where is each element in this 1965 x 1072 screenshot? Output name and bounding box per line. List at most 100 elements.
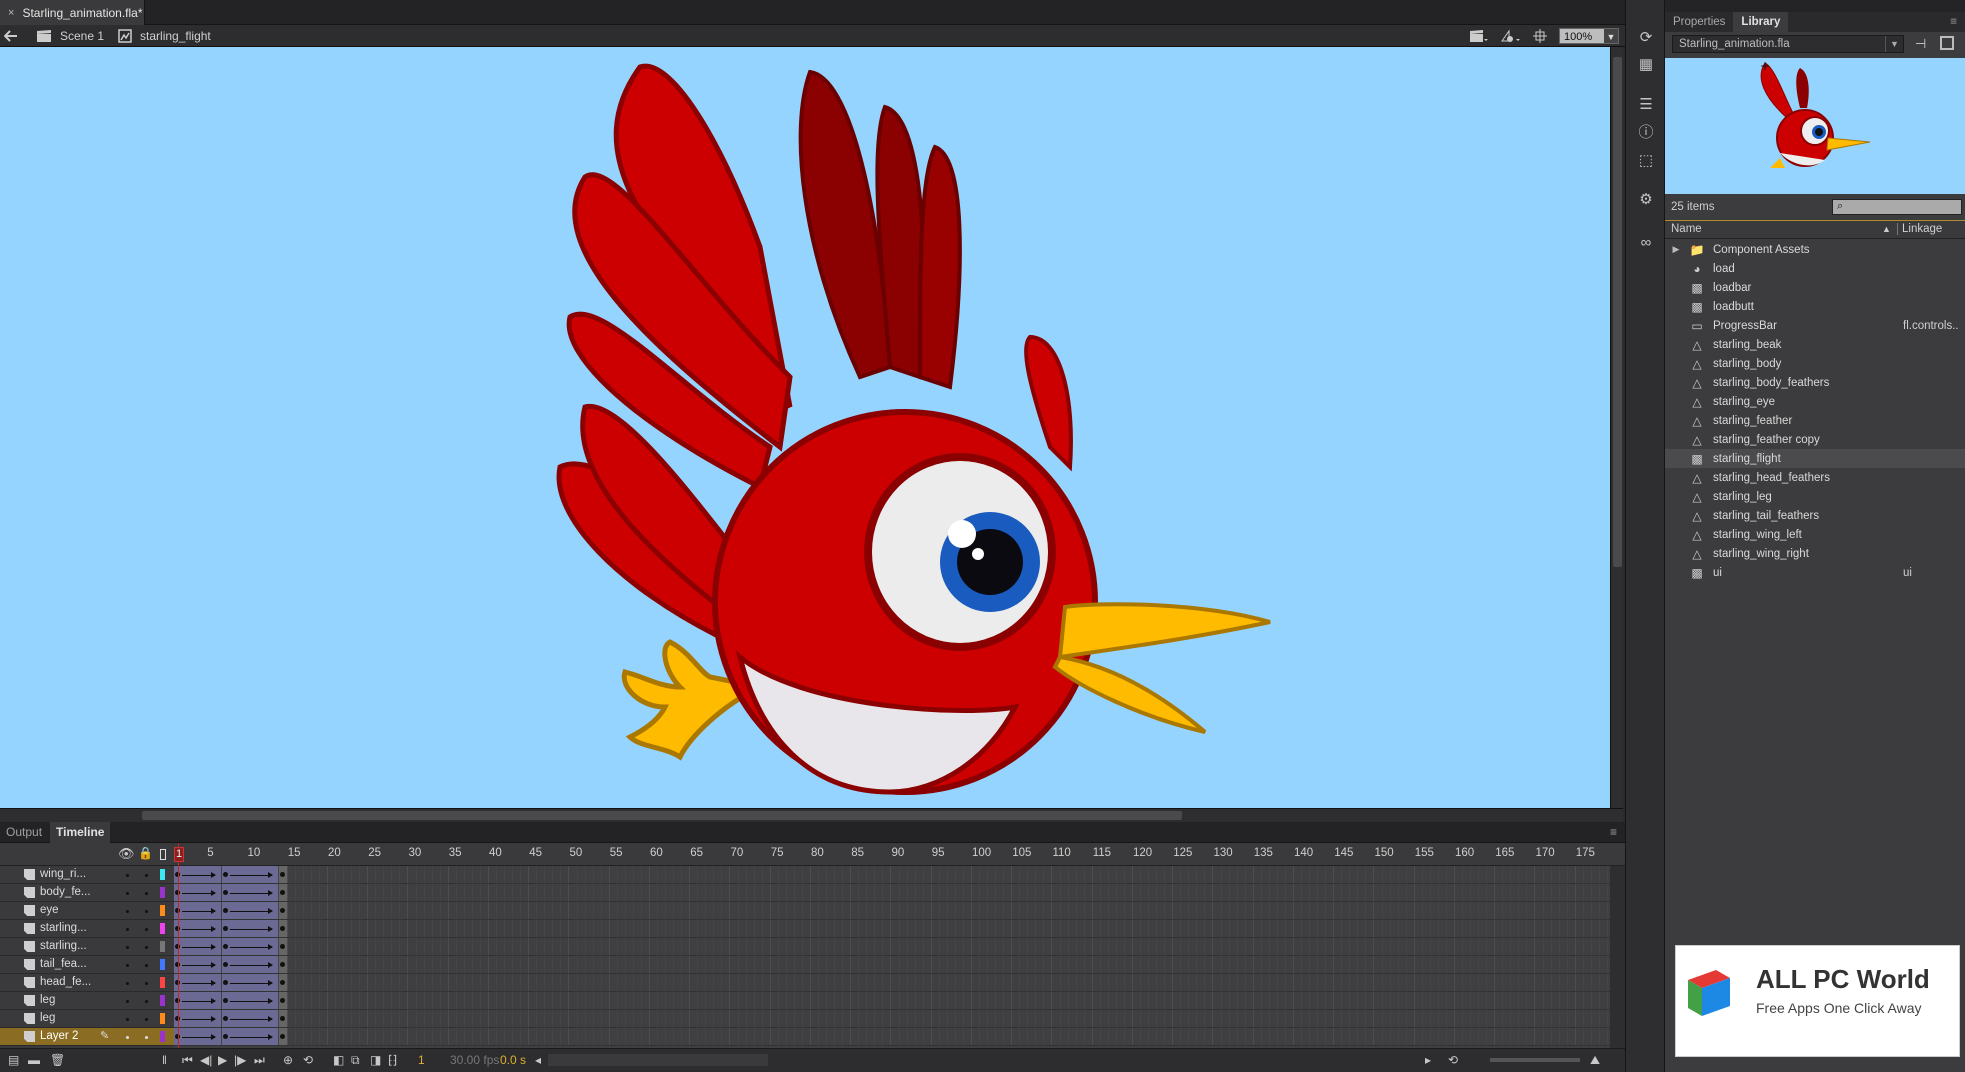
tab-properties[interactable]: Properties: [1665, 12, 1733, 32]
history-icon[interactable]: ☰: [1636, 95, 1656, 115]
motion-tween-span[interactable]: [222, 866, 279, 883]
panel-menu-icon[interactable]: ≡: [1604, 822, 1623, 843]
frame-ruler[interactable]: 1510152025303540455055606570758085909510…: [174, 843, 1610, 866]
scrollbar-thumb[interactable]: [142, 811, 1182, 820]
timeline-layer[interactable]: body_fe...: [0, 884, 174, 902]
last-frame-icon[interactable]: ⏭: [254, 1053, 265, 1068]
frame-row[interactable]: [174, 884, 1616, 902]
visibility-toggle[interactable]: [126, 874, 129, 877]
frame-row[interactable]: [174, 938, 1616, 956]
keyframe[interactable]: [223, 980, 229, 985]
library-item[interactable]: ▩ ui ui: [1665, 563, 1965, 582]
lock-toggle[interactable]: [145, 928, 148, 931]
keyframe[interactable]: [223, 962, 229, 967]
center-frame-icon[interactable]: ⊕: [283, 1053, 293, 1067]
library-item[interactable]: ▶ 📁 Component Assets: [1665, 240, 1965, 259]
end-keyframe[interactable]: [278, 1028, 287, 1045]
library-item[interactable]: △ starling_body: [1665, 354, 1965, 373]
keyframe[interactable]: [223, 998, 229, 1003]
pin-icon[interactable]: ⊣: [1915, 36, 1926, 52]
keyframe[interactable]: [223, 1016, 229, 1021]
timeline-layer[interactable]: wing_ri...: [0, 866, 174, 884]
end-keyframe[interactable]: [278, 884, 287, 901]
motion-tween-span[interactable]: [174, 902, 223, 919]
timeline-layer[interactable]: head_fe...: [0, 974, 174, 992]
creative-cloud-icon[interactable]: ∞: [1636, 233, 1656, 253]
motion-tween-span[interactable]: [222, 956, 279, 973]
library-item[interactable]: △ starling_head_feathers: [1665, 468, 1965, 487]
stage-horizontal-scrollbar[interactable]: [0, 808, 1623, 822]
keyframe[interactable]: [223, 872, 229, 877]
end-keyframe[interactable]: [278, 866, 287, 883]
tab-timeline[interactable]: Timeline: [50, 822, 111, 843]
outline-color-swatch[interactable]: [160, 1031, 165, 1042]
library-item[interactable]: △ starling_wing_left: [1665, 525, 1965, 544]
step-forward-icon[interactable]: |▶: [234, 1053, 246, 1067]
timeline-layer[interactable]: tail_fea...: [0, 956, 174, 974]
visibility-toggle[interactable]: [126, 928, 129, 931]
outline-color-swatch[interactable]: [160, 1013, 165, 1024]
timeline-layer[interactable]: leg: [0, 1010, 174, 1028]
edit-multiple-frames-icon[interactable]: ◨: [370, 1053, 381, 1067]
end-keyframe[interactable]: [278, 956, 287, 973]
library-item[interactable]: ▩ loadbar: [1665, 278, 1965, 297]
edit-symbols-icon[interactable]: [1501, 29, 1521, 43]
transform-icon[interactable]: ⬚: [1636, 151, 1656, 171]
edit-scene-icon[interactable]: [1469, 29, 1489, 43]
end-keyframe[interactable]: [278, 1010, 287, 1027]
motion-presets-icon[interactable]: ⟳: [1636, 28, 1656, 48]
lock-toggle[interactable]: [145, 874, 148, 877]
motion-tween-span[interactable]: [174, 920, 223, 937]
motion-tween-span[interactable]: [174, 992, 223, 1009]
outline-color-swatch[interactable]: [160, 923, 165, 934]
center-stage-icon[interactable]: [1533, 29, 1547, 43]
symbol-link[interactable]: starling_flight: [140, 29, 211, 43]
visibility-toggle[interactable]: [126, 946, 129, 949]
frame-row[interactable]: [174, 920, 1616, 938]
timeline-layer[interactable]: starling...: [0, 938, 174, 956]
stage-canvas[interactable]: [0, 47, 1610, 808]
motion-tween-span[interactable]: [174, 866, 223, 883]
motion-tween-span[interactable]: [222, 974, 279, 991]
panel-menu-icon[interactable]: ≡: [1942, 12, 1965, 32]
column-linkage[interactable]: Linkage: [1897, 223, 1942, 235]
library-item[interactable]: ◕ load: [1665, 259, 1965, 278]
outline-color-swatch[interactable]: [160, 941, 165, 952]
timeline-zoom-slider[interactable]: [1490, 1058, 1580, 1062]
outline-color-swatch[interactable]: [160, 869, 165, 880]
frame-rate-readout[interactable]: 30.00 fps: [450, 1053, 499, 1067]
library-item[interactable]: △ starling_eye: [1665, 392, 1965, 411]
modify-markers-icon[interactable]: ⁅⁆: [388, 1053, 397, 1067]
expand-arrow-icon[interactable]: ▶: [1669, 244, 1683, 255]
first-frame-icon[interactable]: ⏮: [182, 1053, 193, 1068]
scroll-right-icon[interactable]: ▸: [1425, 1053, 1431, 1067]
play-icon[interactable]: ▶: [218, 1053, 227, 1067]
show-hide-all-eye-icon[interactable]: 👁: [118, 846, 135, 862]
scrollbar-thumb[interactable]: [1613, 57, 1622, 567]
frame-row[interactable]: [174, 1028, 1616, 1046]
motion-tween-span[interactable]: [222, 902, 279, 919]
lock-toggle[interactable]: [145, 964, 148, 967]
motion-tween-span[interactable]: [222, 992, 279, 1009]
outline-all-icon[interactable]: [160, 849, 166, 860]
library-item[interactable]: ▩ starling_flight: [1665, 449, 1965, 468]
frame-row[interactable]: [174, 956, 1616, 974]
timeline-layer[interactable]: eye: [0, 902, 174, 920]
lock-toggle[interactable]: [145, 1018, 148, 1021]
motion-tween-span[interactable]: [222, 938, 279, 955]
document-tab[interactable]: × Starling_animation.fla*: [0, 0, 145, 25]
motion-tween-span[interactable]: [222, 884, 279, 901]
keyframe[interactable]: [223, 908, 229, 913]
outline-color-swatch[interactable]: [160, 959, 165, 970]
zoom-select[interactable]: 100% ▼: [1559, 28, 1619, 44]
visibility-toggle[interactable]: [126, 1018, 129, 1021]
timeline-horizontal-scrollbar[interactable]: [548, 1054, 768, 1066]
keyframe[interactable]: [223, 926, 229, 931]
visibility-toggle[interactable]: [126, 1000, 129, 1003]
onion-skin-icon[interactable]: ◧: [333, 1053, 344, 1067]
lock-toggle[interactable]: [145, 910, 148, 913]
timeline-zoom-icon[interactable]: ⛰: [1590, 1053, 1600, 1068]
keyframe[interactable]: [223, 944, 229, 949]
end-keyframe[interactable]: [278, 992, 287, 1009]
current-frame-readout[interactable]: 1: [418, 1053, 425, 1067]
